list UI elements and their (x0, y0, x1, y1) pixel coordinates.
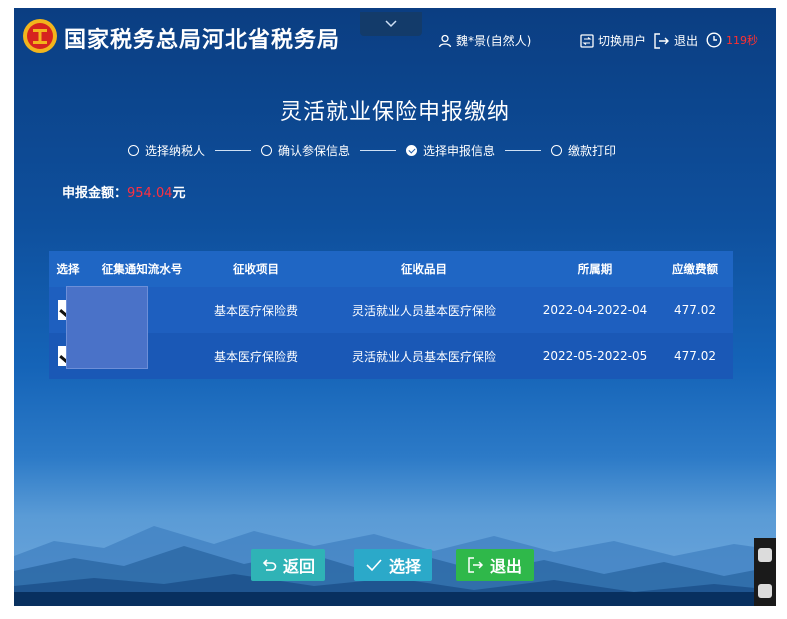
header-levy-item: 征收项目 (197, 251, 315, 287)
header-levy-subitem: 征收品目 (315, 251, 533, 287)
step-select-declaration: 选择申报信息 (406, 142, 495, 159)
table-row[interactable]: 基本医疗保险费 灵活就业人员基本医疗保险 2022-04-2022-04 477… (49, 287, 733, 333)
amount-due-cell: 477.02 (674, 349, 716, 363)
step-circle-icon (551, 145, 563, 156)
step-label: 选择纳税人 (145, 144, 206, 158)
amount-value: 954.04 (127, 186, 173, 201)
side-tool-icon[interactable] (758, 548, 772, 562)
mountain-background (14, 526, 776, 606)
step-label: 确认参保信息 (278, 144, 351, 158)
header-amount-due: 应缴费额 (657, 251, 733, 287)
session-timer: 119秒 (706, 32, 758, 48)
period-cell: 2022-04-2022-04 (542, 303, 648, 317)
exit-button-label: 退出 (489, 557, 522, 576)
chevron-down-icon (385, 20, 397, 28)
side-toolbar (754, 538, 776, 606)
back-button-label: 返回 (282, 557, 315, 576)
header-period: 所属期 (533, 251, 657, 287)
switch-user-label: 切换用户 (598, 34, 647, 48)
side-tool-icon[interactable] (758, 584, 772, 598)
exit-icon (468, 557, 484, 573)
return-arrow-icon (262, 559, 277, 571)
levy-subitem-cell: 灵活就业人员基本医疗保险 (351, 349, 496, 364)
amount-label: 申报金额： (62, 186, 128, 201)
user-name: 魏*景(自然人) (456, 34, 532, 48)
header-select: 选择 (49, 251, 87, 287)
levy-item-cell: 基本医疗保险费 (213, 349, 298, 364)
clock-icon (706, 32, 722, 48)
declaration-table: 选择 征集通知流水号 征收项目 征收品目 所属期 应缴费额 基本医疗保险费 灵活… (49, 251, 733, 379)
checkmark-icon (366, 559, 382, 572)
amount-unit: 元 (172, 186, 186, 201)
logout-icon (654, 32, 669, 49)
step-divider (215, 150, 252, 151)
user-info: 魏*景(自然人) (438, 32, 531, 49)
header-notice-number: 征集通知流水号 (87, 251, 197, 287)
amount-due-cell: 477.02 (674, 303, 716, 317)
exit-button[interactable]: 退出 (456, 549, 534, 581)
switch-icon (580, 33, 594, 48)
period-cell: 2022-05-2022-05 (542, 349, 648, 363)
logout-label: 退出 (674, 34, 699, 48)
levy-item-cell: 基本医疗保险费 (213, 303, 298, 318)
redacted-notice-number (66, 286, 148, 369)
step-payment-print: 缴款打印 (551, 142, 616, 159)
step-label: 缴款打印 (568, 144, 617, 158)
user-icon (438, 34, 452, 47)
switch-user-button[interactable]: 切换用户 (580, 32, 646, 49)
select-button[interactable]: 选择 (354, 549, 432, 581)
step-divider (505, 150, 542, 151)
levy-subitem-cell: 灵活就业人员基本医疗保险 (351, 303, 496, 318)
step-circle-icon (128, 145, 139, 156)
site-title: 国家税务总局河北省税务局 (64, 28, 341, 53)
timer-value: 119秒 (726, 34, 758, 47)
back-button[interactable]: 返回 (251, 549, 325, 581)
declaration-amount: 申报金额：954.04元 (62, 182, 186, 201)
step-circle-icon (261, 145, 273, 156)
select-button-label: 选择 (388, 557, 421, 576)
step-divider (360, 150, 397, 151)
step-select-taxpayer: 选择纳税人 (128, 142, 205, 159)
page-title: 灵活就业保险申报缴纳 (279, 100, 510, 125)
footer-strip (14, 592, 776, 606)
app-screen: 国家税务总局河北省税务局 魏*景(自然人) 切换用户 退出 119秒 灵活就业保… (14, 8, 776, 606)
table-header-row: 选择 征集通知流水号 征收项目 征收品目 所属期 应缴费额 (49, 251, 733, 287)
progress-stepper: 选择纳税人 确认参保信息 选择申报信息 缴款打印 (128, 142, 616, 159)
collapse-header-button[interactable] (360, 12, 422, 36)
step-label: 选择申报信息 (423, 144, 496, 158)
logout-button[interactable]: 退出 (654, 32, 698, 49)
step-confirm-insurance: 确认参保信息 (261, 142, 350, 159)
tax-emblem-icon (23, 19, 57, 53)
table-row[interactable]: 基本医疗保险费 灵活就业人员基本医疗保险 2022-05-2022-05 477… (49, 333, 733, 379)
step-check-icon (406, 145, 418, 156)
